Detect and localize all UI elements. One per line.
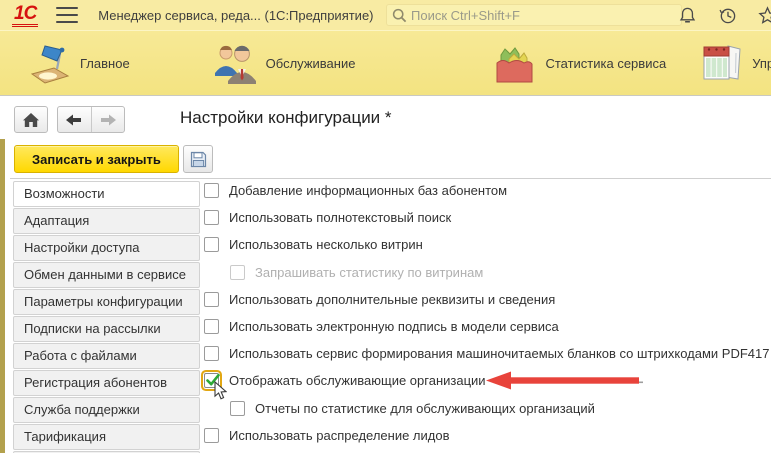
history-nav-group	[57, 106, 125, 133]
sidebar-item-subscriber-reg[interactable]: Регистрация абонентов	[13, 370, 200, 396]
sidebar-item-tariffication[interactable]: Тарификация	[13, 424, 200, 450]
page-title: Настройки конфигурации *	[180, 108, 392, 127]
ribbon-section-tariffs[interactable]: Управление тарифами	[698, 41, 771, 85]
bell-icon[interactable]	[675, 3, 699, 27]
home-icon	[23, 112, 39, 127]
search-input[interactable]	[411, 7, 661, 23]
checkbox[interactable]	[230, 400, 245, 416]
ribbon-label-main: Главное	[80, 55, 130, 71]
sidebar-item-access[interactable]: Настройки доступа	[13, 235, 200, 261]
window-title: Менеджер сервиса, реда... (1С:Предприяти…	[98, 7, 374, 23]
star-icon[interactable]	[755, 3, 771, 27]
window-edge-accent	[0, 139, 5, 453]
save-and-close-button[interactable]: Записать и закрыть	[14, 145, 179, 173]
checkbox-label: Использовать электронную подпись в модел…	[229, 319, 559, 335]
sidebar-item-files[interactable]: Работа с файлами	[13, 343, 200, 369]
checkbox[interactable]	[204, 427, 219, 443]
search-icon	[392, 8, 407, 22]
checkbox-label: Использовать полнотекстовый поиск	[229, 210, 452, 226]
hamburger-menu-icon[interactable]	[56, 7, 79, 23]
sidebar-item-features[interactable]: Возможности	[13, 181, 200, 207]
settings-sidebar: Возможности Адаптация Настройки доступа …	[13, 181, 200, 453]
titlebar: 1С Менеджер сервиса, реда... (1С:Предпри…	[0, 0, 771, 30]
1c-logo: 1С	[12, 3, 39, 27]
tariff-calendar-icon	[703, 45, 741, 80]
back-button[interactable]	[58, 107, 91, 132]
checkbox-label: Использовать дополнительные реквизиты и …	[229, 291, 556, 307]
folder-chart-icon	[496, 47, 533, 83]
checkbox[interactable]	[204, 237, 219, 253]
sidebar-item-support[interactable]: Служба поддержки	[13, 397, 200, 423]
ribbon-section-main[interactable]: Главное	[28, 41, 130, 85]
checkbox-label: Использовать сервис формирования машиноч…	[229, 346, 770, 362]
checkbox[interactable]	[204, 183, 219, 199]
global-search[interactable]	[386, 4, 682, 26]
forward-button[interactable]	[91, 107, 124, 132]
ribbon-label-service: Обслуживание	[265, 55, 356, 71]
checkbox-label: Использовать распределение лидов	[229, 427, 450, 443]
annotation-arrow-icon	[486, 371, 643, 390]
desk-lamp-icon	[30, 45, 70, 84]
app-window: 1С Менеджер сервиса, реда... (1С:Предпри…	[0, 0, 771, 453]
sidebar-item-adaptation[interactable]: Адаптация	[13, 208, 200, 234]
checkbox-row: Использовать дополнительные реквизиты и …	[204, 286, 769, 313]
ribbon-label-tariffs: Управление тарифами	[752, 55, 771, 71]
form-toolbar: Записать и закрыть	[0, 145, 771, 175]
home-button[interactable]	[14, 106, 48, 133]
checkbox-row: Использовать несколько витрин	[204, 231, 769, 258]
ribbon-label-statistics: Статистика сервиса	[545, 55, 667, 71]
checkbox-row: Добавление информационных баз абонентом	[204, 177, 769, 204]
checkbox-row: Использовать сервис формирования машиноч…	[204, 340, 769, 367]
checkbox	[230, 264, 245, 280]
save-button[interactable]	[183, 145, 213, 173]
checkbox-row: Использовать электронную подпись в модел…	[204, 313, 769, 340]
checkbox[interactable]	[204, 346, 219, 362]
sidebar-item-data-exchange[interactable]: Обмен данными в сервисе	[13, 262, 200, 288]
checkbox-row: Использовать полнотекстовый поиск	[204, 204, 769, 231]
checkbox-label: Использовать несколько витрин	[229, 237, 423, 253]
ribbon-section-service[interactable]: Обслуживание	[212, 41, 356, 85]
navigation-row: Настройки конфигурации *	[0, 105, 771, 133]
floppy-icon	[190, 151, 206, 167]
ribbon-section-statistics[interactable]: Статистика сервиса	[491, 41, 666, 85]
checkbox-label: Добавление информационных баз абонентом	[229, 183, 508, 199]
sidebar-item-config-params[interactable]: Параметры конфигурации	[13, 289, 200, 315]
checkbox[interactable]	[204, 210, 219, 226]
checkbox[interactable]	[204, 291, 219, 307]
checkbox-row: Запрашивать статистику по витринам	[204, 259, 769, 286]
checkbox-row: Использовать распределение лидов	[204, 422, 769, 449]
mouse-cursor-icon	[214, 381, 227, 400]
sidebar-item-mailing[interactable]: Подписки на рассылки	[13, 316, 200, 342]
back-icon	[66, 114, 82, 125]
ribbon: Главное Обслуживание Статистика сервиса	[0, 30, 771, 96]
checkbox-label: Запрашивать статистику по витринам	[255, 264, 484, 280]
checkbox-row: Отчеты по статистике для обслуживающих о…	[204, 395, 769, 422]
people-icon	[214, 45, 256, 84]
checkbox-label: Отображать обслуживающие организации	[229, 373, 486, 389]
forward-icon	[100, 114, 116, 125]
settings-panel: Добавление информационных баз абонентом …	[204, 177, 769, 449]
history-icon[interactable]	[715, 3, 739, 27]
checkbox[interactable]	[204, 319, 219, 335]
checkbox-label: Отчеты по статистике для обслуживающих о…	[255, 400, 595, 416]
